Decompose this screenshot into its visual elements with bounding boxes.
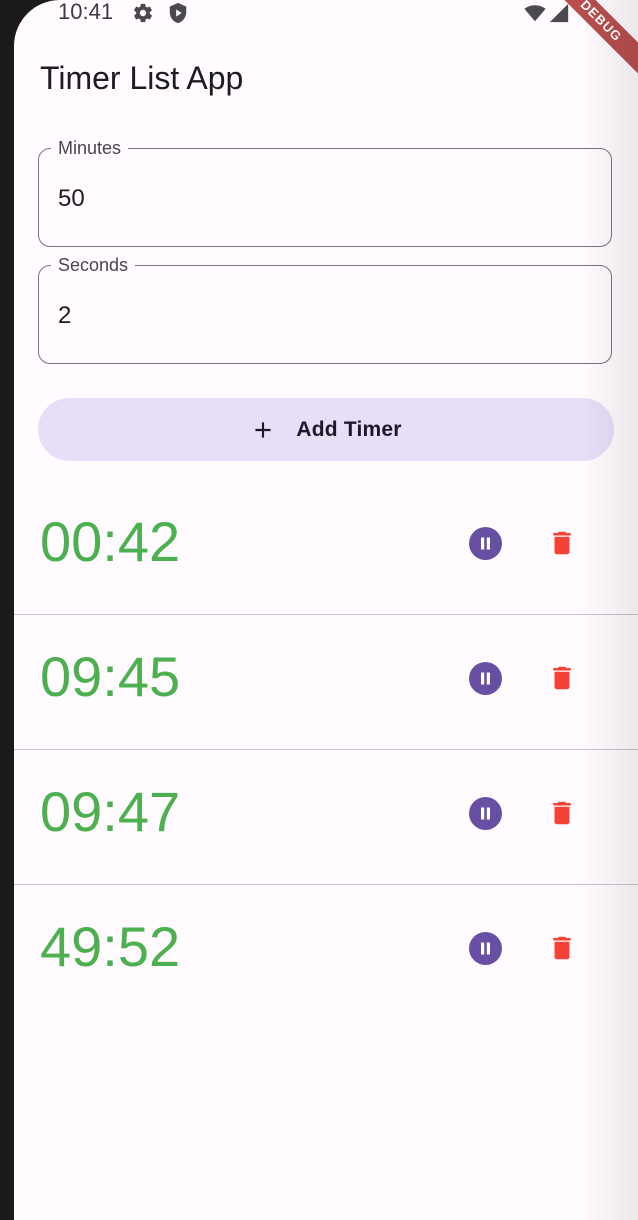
app-screen: 10:41 DEBUG Timer List App Minutes 50 Se…: [14, 0, 638, 1220]
trash-icon: [553, 936, 571, 960]
trash-icon: [553, 801, 571, 825]
timer-time: 00:42: [40, 510, 181, 573]
status-bar: 10:41: [14, 0, 638, 26]
timer-row: 00:42: [14, 480, 638, 615]
device-frame: 10:41 DEBUG Timer List App Minutes 50 Se…: [0, 0, 638, 1220]
seconds-value[interactable]: 2: [58, 302, 71, 330]
delete-button[interactable]: [547, 661, 577, 695]
delete-button[interactable]: [547, 526, 577, 560]
pause-icon: [481, 942, 490, 955]
plus-icon: [250, 417, 276, 443]
minutes-value[interactable]: 50: [58, 185, 85, 213]
delete-button[interactable]: [547, 931, 577, 965]
signal-icon: [548, 2, 570, 24]
timer-row: 09:45: [14, 615, 638, 750]
wifi-icon: [524, 2, 546, 24]
timer-time: 09:47: [40, 780, 181, 843]
timer-time: 49:52: [40, 915, 181, 978]
app-title: Timer List App: [40, 60, 244, 96]
seconds-field[interactable]: Seconds 2: [38, 254, 612, 364]
pause-icon: [481, 807, 490, 820]
minutes-label: Minutes: [51, 137, 129, 159]
timer-time: 09:45: [40, 645, 181, 708]
add-timer-label: Add Timer: [296, 417, 402, 441]
pause-button[interactable]: [469, 662, 502, 695]
trash-icon: [553, 666, 571, 690]
status-time: 10:41: [58, 0, 114, 24]
minutes-field[interactable]: Minutes 50: [38, 137, 612, 247]
seconds-label: Seconds: [51, 254, 136, 276]
trash-icon: [553, 531, 571, 555]
gear-icon: [132, 2, 154, 24]
timer-row: 49:52: [14, 885, 638, 1019]
pause-icon: [481, 672, 490, 685]
pause-button[interactable]: [469, 527, 502, 560]
delete-button[interactable]: [547, 796, 577, 830]
pause-icon: [481, 537, 490, 550]
timer-row: 09:47: [14, 750, 638, 885]
shield-icon: [167, 2, 189, 24]
pause-button[interactable]: [469, 932, 502, 965]
add-timer-button[interactable]: Add Timer: [38, 398, 614, 461]
pause-button[interactable]: [469, 797, 502, 830]
